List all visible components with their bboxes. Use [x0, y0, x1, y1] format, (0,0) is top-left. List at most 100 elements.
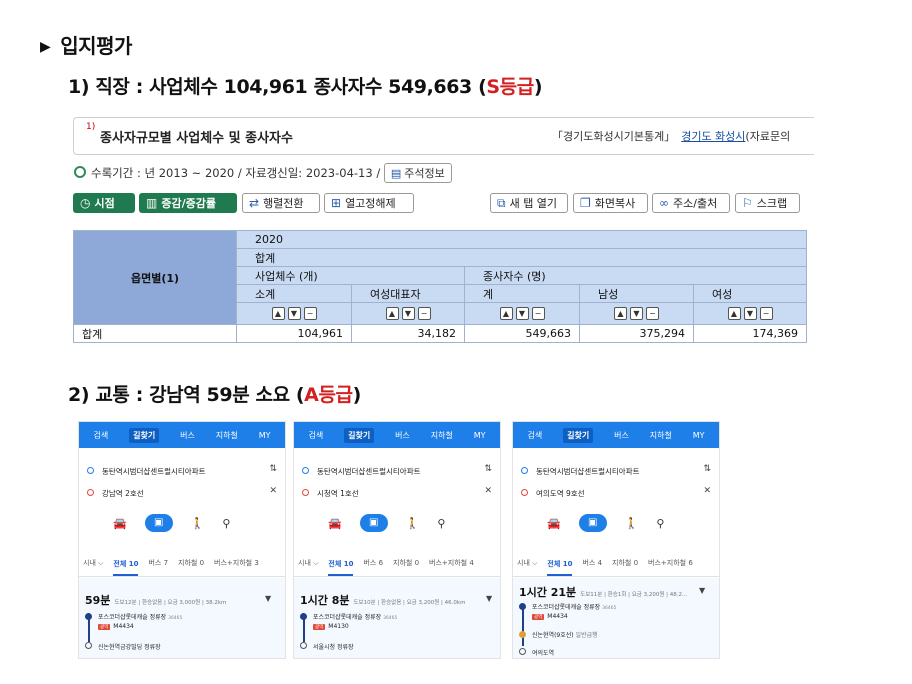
- scrap-button[interactable]: ⚐ 스크랩: [735, 193, 800, 213]
- expand-caret-icon[interactable]: ▼: [265, 594, 271, 603]
- sort-controls[interactable]: ▲ ▼ −: [693, 302, 807, 325]
- tab-my[interactable]: MY: [259, 431, 271, 440]
- tab-bus[interactable]: 버스: [395, 430, 410, 441]
- expand-caret-icon[interactable]: ▼: [486, 594, 492, 603]
- unfreeze-column-button[interactable]: ⊞ 열고정해제: [324, 193, 414, 213]
- origin-field[interactable]: 동탄역시범더샵센트럴시티아파트: [87, 466, 206, 477]
- sort-down-icon[interactable]: ▼: [743, 307, 757, 320]
- bus-number: M4130: [328, 623, 349, 630]
- tab-search[interactable]: 검색: [527, 430, 542, 441]
- sort-controls[interactable]: ▲ ▼ −: [579, 302, 694, 325]
- tab-subway[interactable]: 지하철: [650, 430, 672, 441]
- destination-field[interactable]: 시청역 1호선: [302, 488, 359, 499]
- change-rate-button[interactable]: ▥ 증감/증감률: [139, 193, 237, 213]
- filter-subway[interactable]: 지하철 0: [612, 558, 638, 568]
- sort-up-icon[interactable]: ▲: [727, 307, 741, 320]
- tab-bus[interactable]: 버스: [614, 430, 629, 441]
- sort-down-icon[interactable]: ▼: [515, 307, 529, 320]
- tab-my[interactable]: MY: [693, 431, 705, 440]
- sort-down-icon[interactable]: ▼: [287, 307, 301, 320]
- car-icon[interactable]: 🚘: [113, 517, 127, 530]
- destination-field[interactable]: 강남역 2호선: [87, 488, 144, 499]
- filter-bus[interactable]: 버스 7: [148, 558, 168, 568]
- stats-meta: 수록기간 : 년 2013 ~ 2020 / 자료갱신일: 2023-04-13…: [74, 163, 452, 183]
- route-result[interactable]: 59분 도보12분 | 환승없음 | 요금 3,000원 | 38.2km ▼ 포…: [79, 578, 285, 658]
- bike-icon[interactable]: ⚲: [437, 517, 445, 530]
- minus-icon[interactable]: −: [303, 307, 317, 320]
- filter-bus-subway[interactable]: 버스+지하철 4: [429, 558, 474, 568]
- destination-field[interactable]: 여의도역 9호선: [521, 488, 585, 499]
- timepoint-button[interactable]: ◷ 시점: [73, 193, 135, 213]
- sort-up-icon[interactable]: ▲: [271, 307, 285, 320]
- expand-caret-icon[interactable]: ▼: [699, 586, 705, 595]
- route-result[interactable]: 1시간 21분 도보11분 | 환승1회 | 요금 3,200원 | 48.2..…: [513, 578, 719, 658]
- swap-icon[interactable]: ⇅: [269, 464, 277, 474]
- transit-icon[interactable]: ▣: [144, 514, 173, 532]
- tab-directions[interactable]: 길찾기: [344, 427, 375, 443]
- sort-down-icon[interactable]: ▼: [630, 307, 643, 320]
- route-result[interactable]: 1시간 8분 도보10분 | 환승없음 | 요금 3,200원 | 46.0km …: [294, 578, 500, 658]
- filter-bus[interactable]: 버스 6: [363, 558, 383, 568]
- walk-icon[interactable]: 🚶: [625, 517, 639, 530]
- minus-icon[interactable]: −: [531, 307, 545, 320]
- filter-city[interactable]: 시내 ⌵: [298, 558, 318, 568]
- minus-icon[interactable]: −: [646, 307, 659, 320]
- filter-city[interactable]: 시내 ⌵: [517, 558, 537, 568]
- address-source-button[interactable]: ∞ 주소/출처: [652, 193, 730, 213]
- tab-bus[interactable]: 버스: [180, 430, 195, 441]
- row-label: 합계: [73, 324, 237, 343]
- sort-down-icon[interactable]: ▼: [401, 307, 415, 320]
- tab-search[interactable]: 검색: [308, 430, 323, 441]
- swap-icon[interactable]: ⇅: [703, 464, 711, 474]
- origin-field[interactable]: 동탄역시범더샵센트럴시티아파트: [302, 466, 421, 477]
- car-icon[interactable]: 🚘: [328, 517, 342, 530]
- filter-subway[interactable]: 지하철 0: [393, 558, 419, 568]
- transit-icon[interactable]: ▣: [578, 514, 607, 532]
- filter-all[interactable]: 전체 10: [113, 559, 139, 576]
- close-icon[interactable]: ✕: [703, 486, 711, 496]
- filter-bus[interactable]: 버스 4: [582, 558, 602, 568]
- tab-subway[interactable]: 지하철: [431, 430, 453, 441]
- sort-controls[interactable]: ▲ ▼ −: [236, 302, 352, 325]
- transit-icon[interactable]: ▣: [359, 514, 388, 532]
- swap-icon[interactable]: ⇅: [484, 464, 492, 474]
- source-link[interactable]: 경기도 화성시: [681, 130, 745, 143]
- origin-field[interactable]: 동탄역시범더샵센트럴시티아파트: [521, 466, 640, 477]
- filter-all[interactable]: 전체 10: [547, 559, 573, 576]
- filter-bus-subway[interactable]: 버스+지하철 3: [214, 558, 259, 568]
- walk-icon[interactable]: 🚶: [191, 517, 205, 530]
- bike-icon[interactable]: ⚲: [222, 517, 230, 530]
- screen-copy-button[interactable]: ❐ 화면복사: [573, 193, 648, 213]
- close-icon[interactable]: ✕: [484, 486, 492, 496]
- new-tab-button[interactable]: ⧉ 새 탭 열기: [490, 193, 568, 213]
- minus-icon[interactable]: −: [759, 307, 773, 320]
- app-tabbar: 검색 길찾기 버스 지하철 MY: [294, 422, 500, 448]
- minus-icon[interactable]: −: [417, 307, 431, 320]
- stop-1-name: 포스코더샵롯데캐슬 정류장: [313, 614, 382, 621]
- bus-line: 광역 M4130: [313, 623, 349, 630]
- bus-badge-icon: 광역: [532, 614, 545, 620]
- sort-up-icon[interactable]: ▲: [385, 307, 399, 320]
- note-button[interactable]: ▤ 주석정보: [383, 163, 452, 183]
- bus-stop-icon: [519, 603, 526, 610]
- tab-subway[interactable]: 지하철: [216, 430, 238, 441]
- filter-bus-subway[interactable]: 버스+지하철 6: [648, 558, 693, 568]
- route-info: 도보12분 | 환승없음 | 요금 3,000원 | 38.2km: [114, 600, 227, 606]
- sort-controls[interactable]: ▲ ▼ −: [351, 302, 465, 325]
- close-icon[interactable]: ✕: [269, 486, 277, 496]
- tab-directions[interactable]: 길찾기: [129, 427, 160, 443]
- car-icon[interactable]: 🚘: [547, 517, 561, 530]
- sort-up-icon[interactable]: ▲: [614, 307, 627, 320]
- sort-controls[interactable]: ▲ ▼ −: [464, 302, 580, 325]
- filter-city[interactable]: 시내 ⌵: [83, 558, 103, 568]
- transpose-button[interactable]: ⇄ 행렬전환: [242, 193, 320, 213]
- tab-search[interactable]: 검색: [93, 430, 108, 441]
- filter-subway[interactable]: 지하철 0: [178, 558, 204, 568]
- section-1-text: 1) 직장 : 사업체수 104,961 종사자수 549,663 (: [68, 76, 487, 98]
- filter-all[interactable]: 전체 10: [328, 559, 354, 576]
- walk-icon[interactable]: 🚶: [406, 517, 420, 530]
- sort-up-icon[interactable]: ▲: [499, 307, 513, 320]
- tab-directions[interactable]: 길찾기: [563, 427, 594, 443]
- tab-my[interactable]: MY: [474, 431, 486, 440]
- bike-icon[interactable]: ⚲: [656, 517, 664, 530]
